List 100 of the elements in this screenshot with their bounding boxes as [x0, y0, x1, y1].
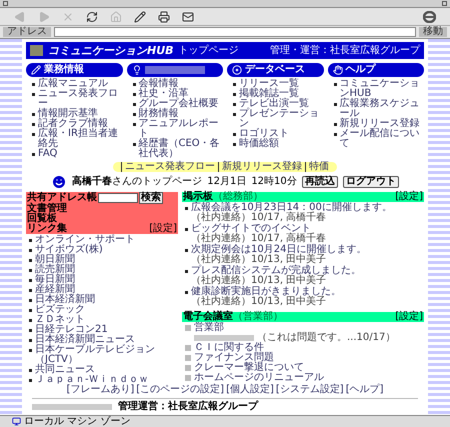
category-link[interactable]: グループ会社概要 — [138, 99, 218, 109]
link-item[interactable]: ＺＤネット — [35, 315, 85, 325]
sidebar-link[interactable]: 回覧板 — [27, 214, 177, 224]
category-link[interactable]: 広報業務スケジュール — [340, 99, 424, 119]
post-meta: （社内連絡）10/17, 高橋千春 — [191, 234, 326, 244]
link-item[interactable]: 日本ケーブルテレビジョン（JCTV） — [35, 345, 178, 365]
category-link[interactable]: 情報開示基準 — [38, 109, 98, 119]
settings-link[interactable]: [設定] — [395, 312, 423, 322]
post-link[interactable]: プレス配信システムが完成しました。 — [191, 266, 361, 276]
category-link[interactable]: ロゴリスト — [239, 129, 289, 139]
category-title: データベース — [245, 65, 305, 75]
refresh-icon[interactable] — [86, 10, 98, 22]
post-meta: （社内連絡）10/13, 田中美子 — [191, 297, 328, 307]
header-button[interactable]: ログアウト — [342, 176, 399, 188]
category-title: 業務情報 — [44, 65, 84, 75]
window-zoom-icon[interactable] — [442, 1, 447, 6]
category-link[interactable]: 広報・IR担当者連絡先 — [38, 129, 122, 149]
pencil-icon — [31, 65, 41, 75]
bullet-icon — [29, 349, 32, 352]
forum-folder[interactable]: 営業部 — [194, 323, 224, 333]
bullet-icon — [334, 123, 336, 126]
category-link[interactable]: 社史・沿革 — [138, 89, 188, 99]
bullet-icon — [29, 299, 32, 302]
bullet-icon — [233, 133, 236, 136]
address-field[interactable] — [54, 27, 416, 37]
section-title: 掲示板 — [183, 192, 213, 202]
window-close-icon[interactable] — [3, 1, 8, 6]
category-link[interactable]: 記者クラブ情報 — [38, 119, 108, 129]
link-item[interactable]: 産経新聞 — [35, 285, 75, 295]
category-link[interactable]: ニュース発表フロー — [38, 89, 122, 109]
category-link[interactable]: コミュニケーションHUB — [340, 79, 424, 99]
bullet-icon — [29, 309, 32, 312]
link-item[interactable]: 日本経済新聞 — [35, 295, 95, 305]
category-link[interactable]: 財務情報 — [138, 109, 178, 119]
quick-link[interactable]: 新規リリース登録 — [218, 162, 302, 172]
link-item[interactable]: 朝日新聞 — [35, 255, 75, 265]
link-item[interactable]: ビズテック — [35, 305, 85, 315]
hand-icon — [332, 65, 342, 75]
category-link[interactable]: プレゼンテーション — [239, 109, 324, 129]
header-button[interactable]: 再読込 — [302, 176, 338, 188]
category-link[interactable]: 広報マニュアル — [38, 79, 108, 89]
category-link[interactable]: 新規リリース登録 — [340, 119, 420, 129]
category-link[interactable]: 会報情報 — [138, 79, 178, 89]
quick-link[interactable]: 特価 — [305, 162, 329, 172]
footer-link[interactable]: [個人設定] — [226, 385, 274, 395]
bullet-icon — [185, 228, 188, 231]
link-item[interactable]: 日経テレコン21 — [35, 325, 108, 335]
topic-link[interactable]: クレーマー撃退について — [194, 363, 304, 373]
category-link[interactable]: リリース一覧 — [239, 79, 299, 89]
bullet-icon — [334, 83, 336, 86]
bullet-icon — [185, 207, 188, 210]
bullet-icon — [29, 269, 32, 272]
topic-link[interactable]: ＣＩに関する件 — [194, 343, 264, 353]
bullet-icon — [29, 289, 32, 292]
footer-link[interactable]: [ヘルプ] — [346, 385, 384, 395]
footer-link[interactable]: [このページの設定] — [136, 385, 224, 395]
category-link[interactable]: アニュアルレポート — [138, 119, 223, 139]
section-title: 電子会議室 — [183, 312, 233, 322]
address-book-label: 共有アドレス帳 — [27, 193, 97, 203]
category-link[interactable]: メール配信について — [340, 129, 424, 149]
post-link[interactable]: 広報会議を10月23日14：00に開催します。 — [191, 203, 392, 213]
search-button[interactable]: 検索 — [139, 192, 163, 204]
link-item[interactable]: オンライン・サポート — [35, 235, 135, 245]
category-link[interactable]: 掲載雑誌一覧 — [239, 89, 299, 99]
go-button[interactable]: 移動 — [419, 27, 447, 37]
category-link[interactable]: 時価総額 — [239, 139, 279, 149]
mail-icon[interactable] — [182, 10, 194, 22]
date-text: 12月1日 — [207, 177, 246, 187]
bulb-icon — [132, 65, 142, 75]
edit-icon[interactable] — [134, 10, 146, 22]
bullet-icon — [233, 113, 236, 116]
bullet-icon — [32, 83, 35, 86]
post-link[interactable]: 健康診断実施日がきまりました。 — [191, 287, 341, 297]
link-item[interactable]: 毎日新聞 — [35, 275, 75, 285]
footer-link[interactable]: [フレームあり] — [66, 385, 134, 395]
link-item[interactable]: サイボウズ(株) — [35, 245, 103, 255]
settings-link[interactable]: [設定] — [395, 192, 423, 202]
logo-icon — [30, 45, 43, 56]
settings-link[interactable]: [設定] — [149, 224, 177, 234]
footer-link[interactable]: [システム設定] — [276, 385, 344, 395]
links-title: リンク集 — [27, 224, 67, 234]
bullet-icon — [132, 143, 136, 146]
topic-link[interactable]: ホームページのリニューアル — [194, 373, 324, 383]
category-link[interactable]: FAQ — [38, 149, 58, 159]
category-link[interactable]: テレビ出演一覧 — [239, 99, 309, 109]
sidebar-link[interactable]: 文書管理 — [27, 204, 177, 214]
bullet-icon — [132, 83, 136, 86]
post-link[interactable]: 次期定例会は10月24日に開催します。 — [191, 245, 366, 255]
link-item[interactable]: 日本経済新聞ニュース — [35, 335, 135, 345]
address-book-field[interactable] — [98, 193, 138, 203]
print-icon[interactable] — [158, 10, 170, 22]
post-link[interactable]: ビッグサイトでのイベント — [191, 224, 326, 234]
category-link[interactable]: 経歴書（CEO・各社代表） — [138, 139, 223, 159]
link-item[interactable]: 共同ニュース — [35, 365, 95, 375]
link-item[interactable]: 読売新聞 — [35, 265, 75, 275]
bullet-icon — [32, 133, 35, 136]
home-link[interactable]: トップページ — [178, 46, 239, 56]
topic-link[interactable]: ファイナンス問題 — [194, 353, 274, 363]
quick-link[interactable]: ニュース発表フロー — [121, 162, 215, 172]
link-item[interactable]: Ｊａｐａｎ-Ｗｉｎｄｏｗ — [35, 375, 149, 385]
